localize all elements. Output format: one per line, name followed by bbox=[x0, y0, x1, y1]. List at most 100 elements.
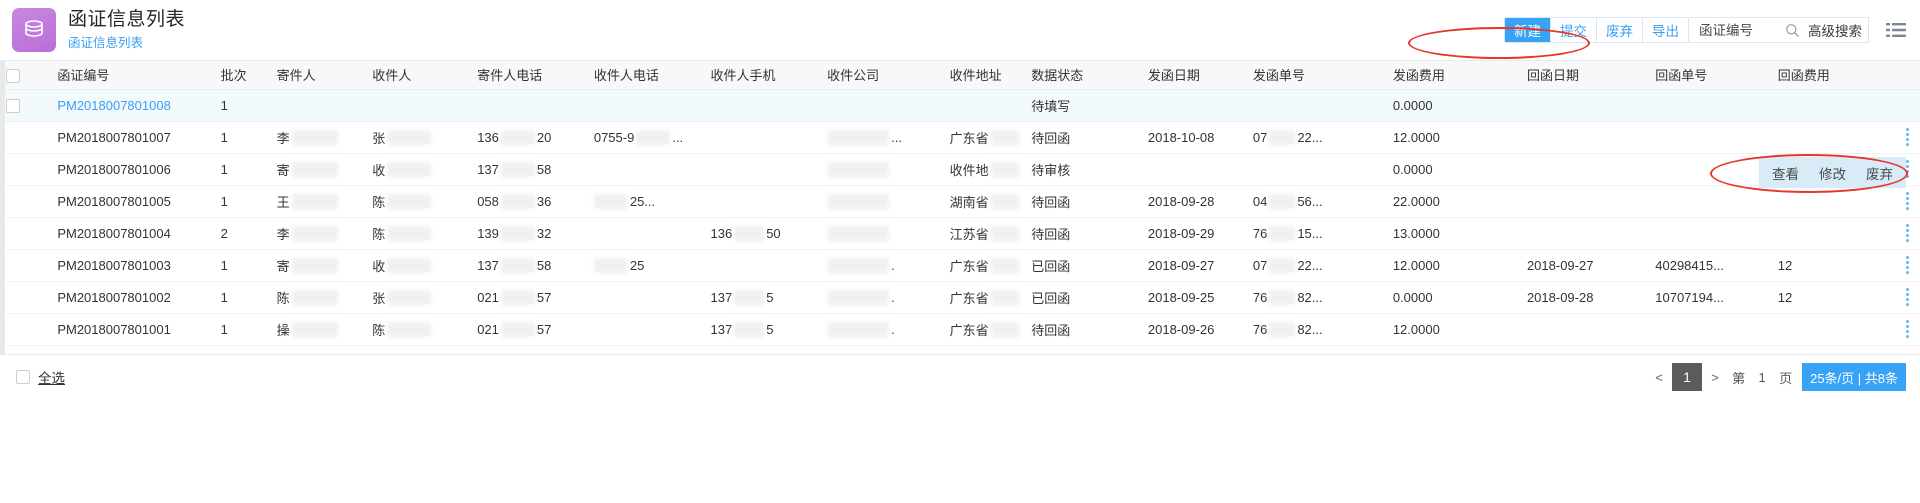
table-row[interactable]: PM2018007801001 1 操陈 021 57 137 5. 广东省 待回函 2018-0… bbox=[0, 313, 1920, 346]
table-row[interactable]: PM2018007801007 1 李张 136 20 0755-9...... 广东省 待回… bbox=[0, 121, 1920, 154]
cell-reply-fee: 12 bbox=[1771, 249, 1895, 282]
table-row[interactable]: PM2018007801006 1 寄收 137 58 收件地 待审核 0.0000 bbox=[0, 153, 1920, 186]
cell-sender: 寄 bbox=[270, 249, 367, 282]
cell-code: PM2018007801005 bbox=[51, 185, 215, 218]
data-table-container[interactable]: 函证编号 批次 寄件人 收件人 寄件人电话 收件人电话 收件人手机 收件公司 收… bbox=[0, 60, 1920, 354]
header-col-1[interactable]: 批次 bbox=[214, 61, 271, 90]
row-checkbox-cell[interactable] bbox=[0, 281, 52, 314]
header-col-13[interactable]: 回函日期 bbox=[1520, 61, 1650, 90]
header-col-3[interactable]: 收件人 bbox=[366, 61, 472, 90]
row-action-discard[interactable]: 废弃 bbox=[1866, 163, 1893, 183]
title-block: 函证信息列表 函证信息列表 bbox=[68, 8, 185, 52]
cell-receiver: 陈 bbox=[366, 313, 472, 346]
cell-code: PM2018007801002 bbox=[51, 281, 215, 314]
cell-reply-fee: 12 bbox=[1771, 281, 1895, 314]
row-menu-cell[interactable] bbox=[1894, 88, 1920, 122]
row-action-edit[interactable]: 修改 bbox=[1819, 163, 1846, 183]
header-col-2[interactable]: 寄件人 bbox=[270, 61, 367, 90]
page-jump-input[interactable] bbox=[1749, 366, 1776, 388]
header-col-15[interactable]: 回函费用 bbox=[1771, 61, 1895, 90]
cell-send-no bbox=[1246, 88, 1387, 122]
row-more-dots-icon[interactable] bbox=[1900, 288, 1914, 306]
discard-button[interactable]: 废弃 bbox=[1597, 18, 1643, 42]
cell-reply-no bbox=[1649, 121, 1772, 154]
row-more-dots-icon[interactable] bbox=[1900, 224, 1914, 242]
table-row[interactable]: PM2018007801002 1 陈张 021 57 137 5. 广东省 已回函 2018-0… bbox=[0, 281, 1920, 314]
submit-button[interactable]: 提交 bbox=[1551, 18, 1597, 42]
row-checkbox-cell[interactable] bbox=[0, 88, 52, 122]
select-all-control[interactable]: 全选 bbox=[16, 367, 65, 387]
row-checkbox-cell[interactable] bbox=[0, 153, 52, 186]
row-menu-cell[interactable] bbox=[1894, 313, 1920, 346]
cell-receiver-address: 收件地 bbox=[943, 153, 1026, 186]
cell-receiver-mobile: 137 5 bbox=[704, 313, 822, 346]
advanced-search-link[interactable]: 高级搜索 bbox=[1808, 20, 1862, 40]
cell-sender-phone: 139 32 bbox=[471, 217, 588, 250]
page-title: 函证信息列表 bbox=[68, 9, 186, 30]
cell-code: PM2018007801006 bbox=[51, 153, 215, 186]
cell-reply-date bbox=[1520, 153, 1650, 186]
row-more-dots-icon[interactable] bbox=[1900, 128, 1914, 146]
page-number-1[interactable]: 1 bbox=[1672, 363, 1703, 391]
table-row[interactable]: PM2018007801005 1 王陈 058 36 25... 湖南省 待回函 2018-0… bbox=[0, 185, 1920, 218]
header-select-all-checkbox[interactable] bbox=[6, 68, 20, 83]
search-icon[interactable] bbox=[1785, 23, 1800, 38]
page-size-total-label[interactable]: 25条/页 | 共8条 bbox=[1802, 363, 1906, 391]
left-scroll-edge bbox=[0, 61, 5, 354]
header-col-14[interactable]: 回函单号 bbox=[1649, 61, 1772, 90]
header-col-0[interactable]: 函证编号 bbox=[51, 61, 215, 90]
header-col-12[interactable]: 发函费用 bbox=[1386, 61, 1521, 90]
row-checkbox-cell[interactable] bbox=[0, 313, 52, 346]
letter-data-table: 函证编号 批次 寄件人 收件人 寄件人电话 收件人电话 收件人手机 收件公司 收… bbox=[0, 61, 1920, 346]
cell-reply-fee bbox=[1771, 217, 1895, 250]
row-action-view[interactable]: 查看 bbox=[1772, 163, 1799, 183]
cell-batch: 1 bbox=[214, 121, 271, 154]
header-col-11[interactable]: 发函单号 bbox=[1246, 61, 1387, 90]
search-input[interactable] bbox=[1697, 21, 1781, 39]
header-col-9[interactable]: 数据状态 bbox=[1025, 61, 1142, 90]
row-checkbox[interactable] bbox=[6, 98, 20, 113]
cell-reply-no bbox=[1649, 185, 1772, 218]
next-page-button[interactable]: > bbox=[1702, 364, 1729, 390]
table-header-row: 函证编号 批次 寄件人 收件人 寄件人电话 收件人电话 收件人手机 收件公司 收… bbox=[0, 61, 1920, 90]
export-button[interactable]: 导出 bbox=[1643, 18, 1688, 42]
header-col-7[interactable]: 收件公司 bbox=[821, 61, 944, 90]
table-row[interactable]: PM2018007801004 2 李陈 139 32 136 50 江苏省 待回函 2018-0… bbox=[0, 217, 1920, 250]
row-menu-cell[interactable] bbox=[1894, 281, 1920, 314]
new-button[interactable]: 新建 bbox=[1505, 18, 1551, 42]
row-more-dots-icon[interactable] bbox=[1900, 320, 1914, 338]
breadcrumb[interactable]: 函证信息列表 bbox=[68, 34, 185, 52]
row-more-dots-icon[interactable] bbox=[1900, 192, 1914, 210]
row-menu-cell[interactable] bbox=[1894, 249, 1920, 282]
row-menu-cell[interactable] bbox=[1894, 121, 1920, 154]
row-checkbox-cell[interactable] bbox=[0, 121, 52, 154]
cell-status: 已回函 bbox=[1025, 281, 1142, 314]
row-checkbox-cell[interactable] bbox=[0, 217, 52, 250]
jump-suffix-label: 页 bbox=[1779, 370, 1793, 386]
cell-code: PM2018007801001 bbox=[51, 313, 215, 346]
row-more-dots-icon[interactable] bbox=[1900, 256, 1914, 274]
header-col-6[interactable]: 收件人手机 bbox=[704, 61, 822, 90]
header-col-8[interactable]: 收件地址 bbox=[943, 61, 1026, 90]
table-row[interactable]: PM2018007801008 1 待填写 0.0000 bbox=[0, 88, 1920, 122]
cell-reply-no: 40298415... bbox=[1649, 249, 1772, 282]
list-menu-icon[interactable] bbox=[1886, 22, 1906, 38]
header-col-5[interactable]: 收件人电话 bbox=[587, 61, 705, 90]
row-menu-cell[interactable] bbox=[1894, 217, 1920, 250]
table-row[interactable]: PM2018007801003 1 寄收 137 58 25. 广东省 已回函 2018-09-… bbox=[0, 249, 1920, 282]
header-col-10[interactable]: 发函日期 bbox=[1141, 61, 1247, 90]
select-all-checkbox[interactable] bbox=[16, 370, 30, 384]
cell-batch: 2 bbox=[214, 217, 271, 250]
pagination: < 1 > 第 页 25条/页 | 共8条 bbox=[1646, 363, 1906, 391]
cell-send-date: 2018-09-26 bbox=[1141, 313, 1247, 346]
row-checkbox-cell[interactable] bbox=[0, 185, 52, 218]
prev-page-button[interactable]: < bbox=[1646, 364, 1673, 390]
cell-receiver-phone: 0755-9... bbox=[587, 121, 705, 154]
cell-receiver: 张 bbox=[366, 121, 472, 154]
header-col-4[interactable]: 寄件人电话 bbox=[471, 61, 588, 90]
row-checkbox-cell[interactable] bbox=[0, 249, 52, 282]
cell-status: 已回函 bbox=[1025, 249, 1142, 282]
header-col-actions bbox=[1894, 61, 1920, 90]
cell-send-fee: 12.0000 bbox=[1386, 313, 1521, 346]
row-menu-cell[interactable] bbox=[1894, 185, 1920, 218]
